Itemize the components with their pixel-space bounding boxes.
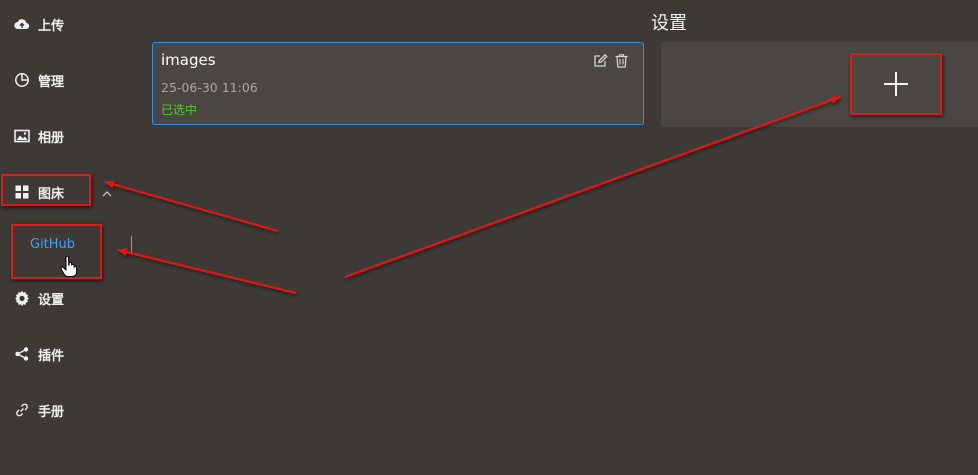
link-icon [14,402,30,418]
card-actions [593,53,629,68]
sidebar-item-label: 管理 [38,74,65,90]
gear-icon [14,290,30,306]
chevron-up-icon[interactable] [101,185,113,197]
sidebar-item-label: 插件 [38,348,65,364]
highlight-box-picbed [1,174,91,206]
highlight-box-add [850,53,942,115]
highlight-box-github [11,224,102,279]
share-icon [14,346,30,362]
delete-icon[interactable] [614,53,629,68]
config-date: 25-06-30 11:06 [161,80,258,95]
picbed-config-card[interactable]: images 25-06-30 11:06 已选中 [152,42,644,125]
status-badge: 已选中 [161,103,198,117]
sidebar-item-upload[interactable]: 上传 [14,12,64,36]
text-caret [131,236,132,254]
cloud-upload-icon [14,16,30,32]
sidebar-item-label: 相册 [38,130,65,146]
sidebar-item-album[interactable]: 相册 [14,124,64,148]
edit-icon[interactable] [593,53,608,68]
pie-chart-icon [14,72,30,88]
sidebar-item-settings[interactable]: 设置 [14,286,64,310]
image-icon [14,128,30,144]
sidebar-item-plugins[interactable]: 插件 [14,342,64,366]
sidebar-item-label: 上传 [38,18,65,34]
arrow-to-github [117,248,297,295]
page-title: 设置 [651,13,687,34]
config-name: images [161,51,216,69]
sidebar-item-label: 手册 [38,404,65,420]
sidebar-item-manual[interactable]: 手册 [14,398,64,422]
sidebar-item-label: 设置 [38,292,65,308]
sidebar-item-manage[interactable]: 管理 [14,68,64,92]
